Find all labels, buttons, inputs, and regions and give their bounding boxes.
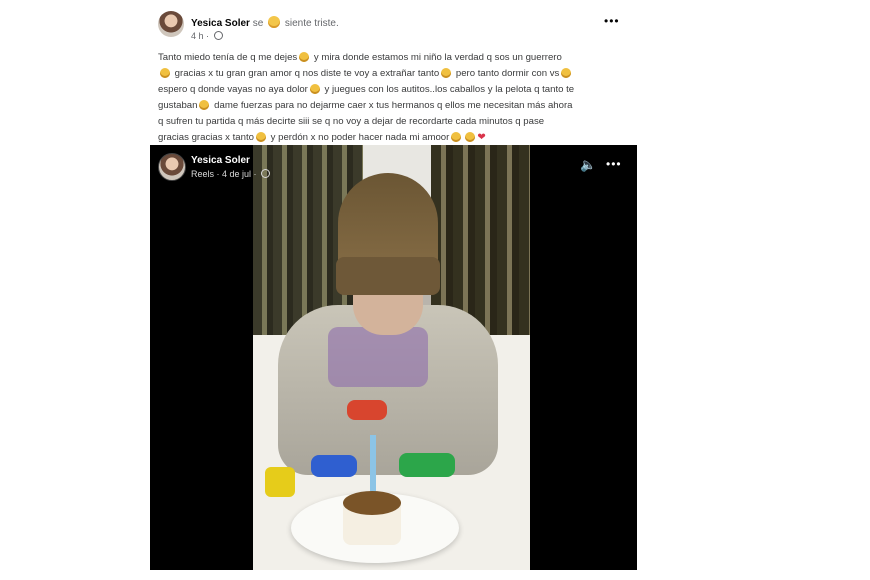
crying-face-icon [255, 132, 266, 142]
author-name[interactable]: Yesica Soler [191, 18, 250, 29]
sad-face-icon [268, 16, 281, 28]
cake-frosting [343, 491, 401, 515]
reel-author-name[interactable]: Yesica Soler [191, 155, 250, 166]
broken-heart-icon: ❤ [477, 132, 486, 143]
reel-meta: Reels · 4 de jul · [191, 169, 271, 179]
feeling-text: siente triste. [284, 18, 339, 29]
toy-car-blue [311, 455, 357, 477]
more-options-icon[interactable]: ••• [604, 14, 620, 28]
post-text-line: gracias x tu gran gran amor q nos diste … [158, 66, 630, 82]
crying-face-icon [309, 84, 320, 94]
author-avatar[interactable] [158, 11, 184, 37]
toy-car-green [399, 453, 455, 477]
crying-face-icon [199, 100, 210, 110]
globe-icon [261, 169, 271, 178]
baby-icon [465, 132, 476, 142]
speaker-icon[interactable]: 🔈 [580, 157, 596, 173]
post-text-line: q sufren tu partida q más decirte siii s… [158, 116, 545, 127]
crying-face-icon [441, 68, 452, 78]
beanie-band [336, 257, 440, 295]
crying-face-icon [160, 68, 170, 78]
post-meta: 4 h · [191, 31, 223, 41]
feeling-prefix: se [252, 18, 264, 29]
candle [370, 435, 376, 495]
video-frame [253, 145, 530, 570]
post-text-line: espero q donde vayas no aya dolor y jueg… [158, 84, 575, 95]
post-text-line: Tanto miedo tenía de q me dejes y mira d… [158, 52, 562, 63]
reel-more-icon[interactable]: ••• [606, 157, 622, 171]
toy-car-red [347, 400, 387, 420]
post-text-line: gracias gracias x tanto y perdón x no po… [158, 132, 486, 143]
crying-face-icon [451, 132, 462, 142]
toy-car-yellow [265, 467, 295, 497]
post-text-line: gustaban dame fuerzas para no dejarme ca… [158, 100, 573, 111]
baby-icon [561, 68, 572, 78]
post-header: Yesica Soler se siente triste. [191, 16, 339, 29]
globe-icon [213, 31, 223, 40]
shirt-print [328, 327, 428, 387]
post-time[interactable]: 4 h · [191, 31, 209, 41]
reel-video[interactable]: Yesica Soler Reels · 4 de jul · 🔈 ••• [150, 145, 637, 570]
reel-author-avatar[interactable] [158, 153, 186, 181]
post-text: Tanto miedo tenía de q me dejes y mira d… [158, 50, 630, 146]
crying-face-icon [299, 52, 310, 62]
